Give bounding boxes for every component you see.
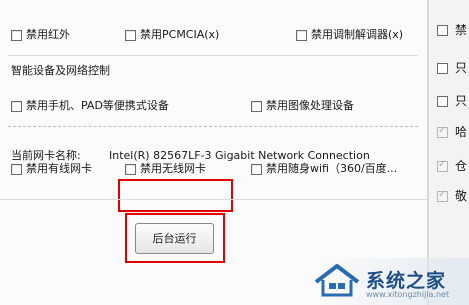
smart-section-title: 智能设备及网络控制 [11,64,110,77]
disable-pcmcia-checkbox[interactable] [125,30,136,41]
disable-imaging-devices-label[interactable]: 禁用图像处理设备 [266,99,354,113]
right-item-3: 只 [455,94,468,108]
right-checkbox-4[interactable] [437,125,448,138]
adapter-name-value: Intel(R) 82567LF-3 Gigabit Network Conne… [109,149,370,162]
disable-wired-nic-checkbox[interactable] [11,164,22,175]
right-item-4: 哈 [455,125,468,139]
right-item-5: 仓 [455,159,468,173]
disable-portable-wifi-checkbox[interactable] [251,164,262,175]
disable-modem-label[interactable]: 禁用调制解调器(x) [311,28,403,42]
disable-wireless-nic-label[interactable]: 禁用无线网卡 [140,162,206,176]
adapter-name-label: 当前网卡名称: [11,149,81,162]
watermark-url: www.xitongzhijia.net [366,290,450,299]
house-logo-icon [314,264,360,297]
section-divider [8,55,418,56]
right-item-1: 禁 [455,23,468,37]
disable-imaging-devices-checkbox[interactable] [251,101,262,112]
right-item-6: 敬 [455,189,468,203]
right-checkbox-2[interactable] [437,63,448,74]
dashed-divider [8,126,418,127]
disable-modem-checkbox[interactable] [296,30,307,41]
disable-infrared-label[interactable]: 禁用红外 [26,28,70,42]
watermark-text: 系统之家 [366,270,447,292]
wireless-highlight-box [118,179,233,212]
right-checkbox-3[interactable] [437,96,448,107]
disable-infrared-checkbox[interactable] [11,30,22,41]
disable-pcmcia-label[interactable]: 禁用PCMCIA(x) [140,28,219,42]
right-checkbox-5[interactable] [437,159,448,172]
disable-portable-wifi-label[interactable]: 禁用随身wifi（360/百度... [266,162,397,176]
disable-wired-nic-label[interactable]: 禁用有线网卡 [26,162,92,176]
disable-wireless-nic-checkbox[interactable] [125,164,136,175]
right-item-2: 只 [455,61,468,75]
bottom-divider [0,199,427,200]
right-checkbox-6[interactable] [437,189,448,202]
right-checkbox-1[interactable] [437,25,448,36]
disable-portable-devices-checkbox[interactable] [11,101,22,112]
disable-portable-devices-label[interactable]: 禁用手机、PAD等便携式设备 [26,99,169,113]
background-run-button[interactable]: 后台运行 [135,223,214,254]
